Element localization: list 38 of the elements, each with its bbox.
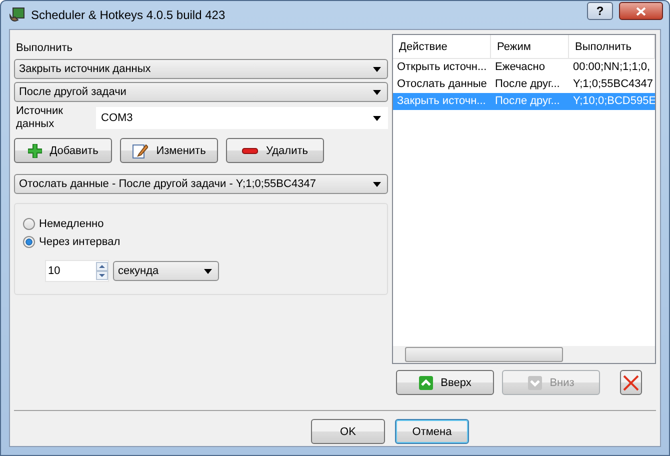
spin-arrows-icon [96,262,108,280]
source-label: Источник данных [15,105,64,131]
mode-dropdown[interactable]: После другой задачи [14,82,388,102]
list-row[interactable]: Открыть источн... Ежечасно 00:00;NN;1;1;0, [393,59,655,76]
dialog-button[interactable]: Отмена [395,419,469,444]
caret-icon [204,268,212,274]
up-button[interactable]: Вверх [396,370,494,395]
horizontal-scrollbar[interactable] [393,346,655,363]
caret-icon [373,90,381,94]
add-button[interactable]: Добавить [14,138,112,163]
close-icon [636,6,646,16]
app-icon [9,7,25,23]
unit-dropdown[interactable]: секунда [113,261,219,281]
cross-icon [623,374,639,390]
window-title: Scheduler & Hotkeys 4.0.5 build 423 [31,8,226,22]
execute-label: Выполнить [16,42,74,54]
action-dropdown[interactable]: Закрыть источник данных [14,59,388,79]
column-header[interactable]: Режим [491,35,569,58]
pencil-icon [132,142,148,158]
close-button[interactable] [619,2,663,20]
plus-icon [28,144,42,158]
column-header[interactable]: Выполнить [569,35,655,58]
caret-icon [373,182,381,186]
edit-button[interactable]: Изменить [120,138,218,163]
delete-button[interactable] [620,370,642,395]
column-header[interactable]: Действие [393,35,491,58]
caret-icon [373,116,381,120]
source-combobox[interactable]: COM3 [96,107,388,129]
minus-icon [242,148,258,154]
remove-button[interactable]: Удалить [226,138,324,163]
interval-spinbox[interactable]: 10 [45,260,109,282]
list-row[interactable]: Отослать данные После друг... Y;1;0;55BC4347 [393,76,655,93]
radio-option[interactable]: Немедленно [23,218,387,230]
radio-option[interactable]: Через интервал [23,236,387,248]
caret-icon [373,66,381,72]
task-dropdown[interactable]: Отослать данные - После другой задачи - Y;1;0;55BC4347 [14,174,388,194]
dialog-button[interactable]: OK [311,419,385,444]
help-button[interactable]: ? [587,2,613,20]
